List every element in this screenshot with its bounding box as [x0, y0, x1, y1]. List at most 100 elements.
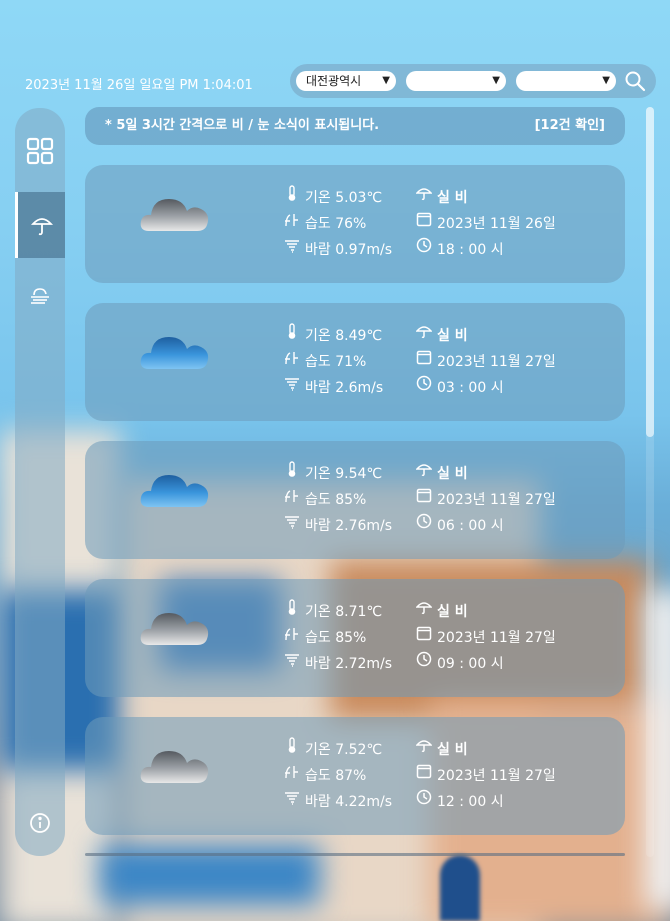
rain-cloud-icon: [140, 613, 209, 669]
rain-cloud-icon: [140, 475, 209, 531]
list-bottom-edge: [85, 853, 625, 856]
forecast-date: 2023년 11월 26일: [437, 216, 556, 232]
sidebar-item-dashboard[interactable]: [15, 118, 65, 184]
weather-stats: 기온 7.52℃ 습도 87% 바람 4.22m/s: [283, 737, 392, 815]
humidity-row: 습도 87%: [283, 763, 392, 789]
temperature-row: 기온 5.03℃: [283, 185, 392, 211]
scrollbar-thumb[interactable]: [646, 107, 654, 437]
temperature-value: 기온 7.52℃: [305, 742, 383, 758]
time-row: 12 : 00 시: [415, 789, 556, 815]
header: 2023년 11월 26일 일요일 PM 1:04:01 대전광역시 ▼ ▼ ▼: [0, 60, 670, 104]
wind-value: 바람 0.97m/s: [305, 242, 393, 258]
weather-stats: 기온 9.54℃ 습도 85% 바람 2.76m/s: [283, 461, 392, 539]
calendar-icon: [415, 211, 433, 237]
umbrella-icon: [415, 185, 433, 211]
chevron-down-icon: ▼: [602, 75, 610, 86]
humidity-row: 습도 85%: [283, 487, 392, 513]
clock-icon: [415, 237, 433, 263]
tornado-icon: [283, 789, 301, 815]
date-row: 2023년 11월 26일: [415, 211, 556, 237]
search-icon: [625, 71, 646, 92]
wind-row: 바람 2.6m/s: [283, 375, 383, 401]
wind-row: 바람 4.22m/s: [283, 789, 392, 815]
precip-type: 실 비: [437, 190, 468, 206]
result-count[interactable]: [12건 확인]: [535, 107, 605, 145]
wind-row: 바람 2.76m/s: [283, 513, 392, 539]
weather-stats: 기온 5.03℃ 습도 76% 바람 0.97m/s: [283, 185, 392, 263]
forecast-date: 2023년 11월 27일: [437, 492, 556, 508]
forecast-date: 2023년 11월 27일: [437, 354, 556, 370]
chevron-down-icon: ▼: [382, 75, 390, 86]
wind-value: 바람 2.6m/s: [305, 380, 384, 396]
temperature-row: 기온 8.49℃: [283, 323, 383, 349]
forecast-card: 기온 8.71℃ 습도 85% 바람 2.72m/s 실 비 2023년 11월…: [85, 579, 625, 697]
wind-value: 바람 2.76m/s: [305, 518, 393, 534]
rain-cloud-icon: [140, 199, 209, 255]
forecast-date: 2023년 11월 27일: [437, 630, 556, 646]
humidity-row: 습도 71%: [283, 349, 383, 375]
tornado-icon: [283, 651, 301, 677]
chevron-down-icon: ▼: [492, 75, 500, 86]
wind-value: 바람 2.72m/s: [305, 656, 393, 672]
umbrella-icon: [30, 218, 53, 236]
grid-icon: [26, 137, 54, 165]
humidity-icon: [283, 625, 301, 651]
time-row: 03 : 00 시: [415, 375, 556, 401]
date-row: 2023년 11월 27일: [415, 625, 556, 651]
forecast-date: 2023년 11월 27일: [437, 768, 556, 784]
thermometer-icon: [283, 599, 301, 625]
thermometer-icon: [283, 737, 301, 763]
forecast-meta: 실 비 2023년 11월 26일 18 : 00 시: [415, 185, 556, 263]
region-select-value: 대전광역시: [306, 74, 362, 88]
region-select[interactable]: 대전광역시 ▼: [296, 71, 396, 91]
temperature-value: 기온 8.49℃: [305, 328, 383, 344]
precip-type: 실 비: [437, 328, 468, 344]
humidity-icon: [283, 211, 301, 237]
umbrella-icon: [415, 461, 433, 487]
thermometer-icon: [283, 185, 301, 211]
sidebar-item-fog[interactable]: [15, 262, 65, 328]
notice-banner: * 5일 3시간 간격으로 비 / 눈 소식이 표시됩니다. [12건 확인]: [85, 107, 625, 145]
precip-row: 실 비: [415, 461, 556, 487]
forecast-card: 기온 7.52℃ 습도 87% 바람 4.22m/s 실 비 2023년 11월…: [85, 717, 625, 835]
sidebar-item-info[interactable]: [15, 790, 65, 856]
humidity-row: 습도 76%: [283, 211, 392, 237]
sidebar-item-rain[interactable]: [15, 192, 65, 258]
precip-type: 실 비: [437, 466, 468, 482]
rain-cloud-icon: [140, 337, 209, 393]
clock-icon: [415, 789, 433, 815]
town-select[interactable]: ▼: [516, 71, 616, 91]
scrollbar[interactable]: [646, 107, 654, 857]
precip-row: 실 비: [415, 323, 556, 349]
temperature-row: 기온 7.52℃: [283, 737, 392, 763]
forecast-time: 03 : 00 시: [437, 380, 504, 396]
calendar-icon: [415, 487, 433, 513]
humidity-value: 습도 85%: [305, 630, 367, 646]
wind-row: 바람 2.72m/s: [283, 651, 392, 677]
calendar-icon: [415, 625, 433, 651]
clock-icon: [415, 375, 433, 401]
precip-type: 실 비: [437, 604, 468, 620]
rain-cloud-icon: [140, 751, 209, 807]
precip-type: 실 비: [437, 742, 468, 758]
clock-icon: [415, 651, 433, 677]
temperature-row: 기온 8.71℃: [283, 599, 392, 625]
temperature-row: 기온 9.54℃: [283, 461, 392, 487]
forecast-meta: 실 비 2023년 11월 27일 06 : 00 시: [415, 461, 556, 539]
forecast-meta: 실 비 2023년 11월 27일 12 : 00 시: [415, 737, 556, 815]
district-select[interactable]: ▼: [406, 71, 506, 91]
info-icon: [30, 813, 50, 833]
forecast-time: 09 : 00 시: [437, 656, 504, 672]
wind-row: 바람 0.97m/s: [283, 237, 392, 263]
tornado-icon: [283, 237, 301, 263]
weather-stats: 기온 8.49℃ 습도 71% 바람 2.6m/s: [283, 323, 383, 401]
sidebar: [15, 108, 65, 856]
fog-icon: [31, 288, 49, 304]
humidity-value: 습도 87%: [305, 768, 367, 784]
search-button[interactable]: [624, 70, 646, 92]
calendar-icon: [415, 349, 433, 375]
current-datetime: 2023년 11월 26일 일요일 PM 1:04:01: [25, 78, 253, 93]
precip-row: 실 비: [415, 185, 556, 211]
date-row: 2023년 11월 27일: [415, 349, 556, 375]
thermometer-icon: [283, 323, 301, 349]
